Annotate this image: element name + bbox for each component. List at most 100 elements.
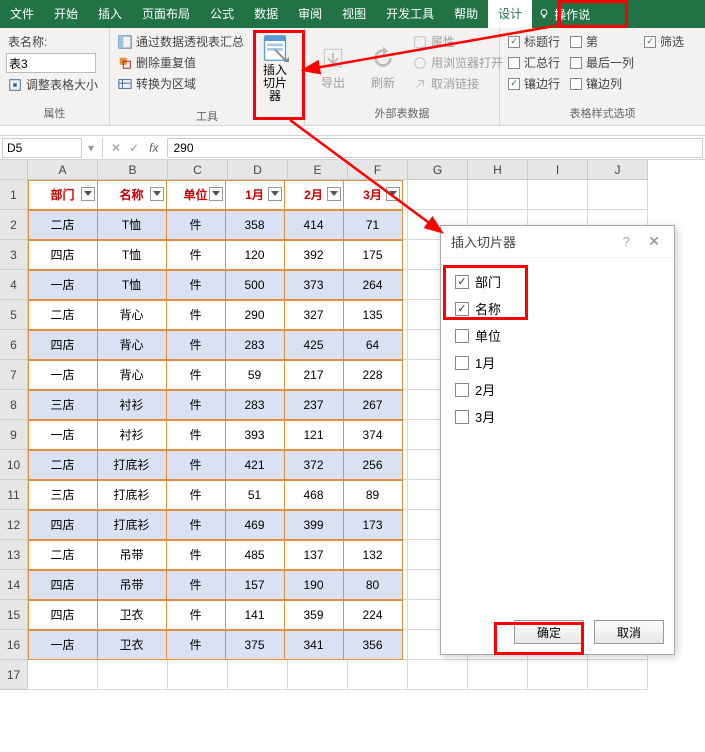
row-header[interactable]: 5 bbox=[0, 300, 28, 330]
row-header[interactable]: 3 bbox=[0, 240, 28, 270]
ribbon-tab-页面布局[interactable]: 页面布局 bbox=[132, 0, 200, 28]
table-header-cell[interactable]: 部门 bbox=[28, 180, 98, 210]
table-cell[interactable]: 二店 bbox=[28, 540, 98, 570]
table-cell[interactable]: 件 bbox=[166, 360, 226, 390]
dialog-close-icon[interactable]: ✕ bbox=[644, 233, 664, 249]
select-all-corner[interactable] bbox=[0, 160, 28, 180]
table-cell[interactable]: 件 bbox=[166, 570, 226, 600]
table-cell[interactable]: 392 bbox=[284, 240, 344, 270]
table-cell[interactable]: 衬衫 bbox=[97, 390, 167, 420]
table-cell[interactable]: 卫衣 bbox=[97, 600, 167, 630]
table-cell[interactable]: 件 bbox=[166, 270, 226, 300]
table-name-input[interactable] bbox=[6, 53, 96, 73]
ribbon-tab-审阅[interactable]: 审阅 bbox=[288, 0, 332, 28]
opt-last-col[interactable]: 最后一列 bbox=[568, 53, 636, 72]
opt-first-col[interactable]: 第 bbox=[568, 32, 636, 51]
table-cell[interactable]: 件 bbox=[166, 450, 226, 480]
cell[interactable] bbox=[468, 660, 528, 690]
table-cell[interactable]: 500 bbox=[225, 270, 285, 300]
table-cell[interactable]: 背心 bbox=[97, 330, 167, 360]
table-cell[interactable]: 425 bbox=[284, 330, 344, 360]
column-header[interactable]: F bbox=[348, 160, 408, 180]
formula-input[interactable]: 290 bbox=[167, 138, 704, 158]
table-cell[interactable]: 80 bbox=[343, 570, 403, 600]
row-header[interactable]: 13 bbox=[0, 540, 28, 570]
table-cell[interactable]: 283 bbox=[225, 390, 285, 420]
table-cell[interactable]: 四店 bbox=[28, 240, 98, 270]
table-cell[interactable]: 二店 bbox=[28, 300, 98, 330]
table-cell[interactable]: 背心 bbox=[97, 360, 167, 390]
opt-total-row[interactable]: 汇总行 bbox=[506, 53, 562, 72]
table-cell[interactable]: 四店 bbox=[28, 600, 98, 630]
opt-banded-col[interactable]: 镶边列 bbox=[568, 74, 636, 93]
table-cell[interactable]: T恤 bbox=[97, 240, 167, 270]
dialog-help-icon[interactable]: ? bbox=[623, 234, 630, 249]
table-cell[interactable]: 件 bbox=[166, 330, 226, 360]
filter-dropdown-icon[interactable] bbox=[268, 187, 282, 201]
table-cell[interactable]: 121 bbox=[284, 420, 344, 450]
column-header[interactable]: H bbox=[468, 160, 528, 180]
table-cell[interactable]: 件 bbox=[166, 600, 226, 630]
row-header[interactable]: 16 bbox=[0, 630, 28, 660]
summarize-pivot-button[interactable]: 通过数据透视表汇总 bbox=[116, 32, 246, 51]
table-cell[interactable]: 三店 bbox=[28, 390, 98, 420]
table-cell[interactable]: 三店 bbox=[28, 480, 98, 510]
table-cell[interactable]: 224 bbox=[343, 600, 403, 630]
table-cell[interactable]: 190 bbox=[284, 570, 344, 600]
table-cell[interactable]: 372 bbox=[284, 450, 344, 480]
column-header[interactable]: I bbox=[528, 160, 588, 180]
table-cell[interactable]: 141 bbox=[225, 600, 285, 630]
filter-dropdown-icon[interactable] bbox=[81, 187, 95, 201]
row-header[interactable]: 9 bbox=[0, 420, 28, 450]
enter-formula-icon[interactable]: ✓ bbox=[125, 141, 143, 155]
cancel-formula-icon[interactable]: ✕ bbox=[107, 141, 125, 155]
table-cell[interactable]: 64 bbox=[343, 330, 403, 360]
opt-header-row[interactable]: 标题行 bbox=[506, 32, 562, 51]
table-cell[interactable]: T恤 bbox=[97, 270, 167, 300]
slicer-field-option[interactable]: 1月 bbox=[455, 349, 660, 376]
table-cell[interactable]: 一店 bbox=[28, 360, 98, 390]
table-cell[interactable]: 290 bbox=[225, 300, 285, 330]
table-header-cell[interactable]: 3月 bbox=[343, 180, 403, 210]
cell[interactable] bbox=[408, 660, 468, 690]
table-cell[interactable]: 件 bbox=[166, 210, 226, 240]
table-cell[interactable]: 173 bbox=[343, 510, 403, 540]
table-header-cell[interactable]: 名称 bbox=[97, 180, 167, 210]
table-cell[interactable]: 四店 bbox=[28, 570, 98, 600]
ribbon-tab-开始[interactable]: 开始 bbox=[44, 0, 88, 28]
cell[interactable] bbox=[348, 660, 408, 690]
row-header[interactable]: 15 bbox=[0, 600, 28, 630]
table-cell[interactable]: T恤 bbox=[97, 210, 167, 240]
cell[interactable] bbox=[408, 180, 468, 210]
slicer-field-option[interactable]: 3月 bbox=[455, 403, 660, 430]
table-cell[interactable]: 414 bbox=[284, 210, 344, 240]
cell[interactable] bbox=[168, 660, 228, 690]
table-cell[interactable]: 件 bbox=[166, 480, 226, 510]
table-cell[interactable]: 283 bbox=[225, 330, 285, 360]
slicer-field-option[interactable]: 部门 bbox=[455, 268, 660, 295]
table-cell[interactable]: 衬衫 bbox=[97, 420, 167, 450]
table-cell[interactable]: 打底衫 bbox=[97, 510, 167, 540]
resize-table-button[interactable]: 调整表格大小 bbox=[6, 75, 103, 94]
ribbon-tab-设计[interactable]: 设计 bbox=[488, 0, 532, 28]
table-cell[interactable]: 一店 bbox=[28, 420, 98, 450]
row-header[interactable]: 10 bbox=[0, 450, 28, 480]
table-cell[interactable]: 358 bbox=[225, 210, 285, 240]
table-cell[interactable]: 341 bbox=[284, 630, 344, 660]
row-header[interactable]: 6 bbox=[0, 330, 28, 360]
table-cell[interactable]: 421 bbox=[225, 450, 285, 480]
table-cell[interactable]: 51 bbox=[225, 480, 285, 510]
ribbon-tab-开发工具[interactable]: 开发工具 bbox=[376, 0, 444, 28]
filter-dropdown-icon[interactable] bbox=[209, 187, 223, 201]
ribbon-tab-视图[interactable]: 视图 bbox=[332, 0, 376, 28]
table-cell[interactable]: 件 bbox=[166, 390, 226, 420]
cell[interactable] bbox=[528, 180, 588, 210]
ribbon-tab-插入[interactable]: 插入 bbox=[88, 0, 132, 28]
table-cell[interactable]: 375 bbox=[225, 630, 285, 660]
table-cell[interactable]: 卫衣 bbox=[97, 630, 167, 660]
row-header[interactable]: 4 bbox=[0, 270, 28, 300]
row-header[interactable]: 8 bbox=[0, 390, 28, 420]
slicer-field-option[interactable]: 2月 bbox=[455, 376, 660, 403]
table-cell[interactable]: 59 bbox=[225, 360, 285, 390]
table-cell[interactable]: 373 bbox=[284, 270, 344, 300]
